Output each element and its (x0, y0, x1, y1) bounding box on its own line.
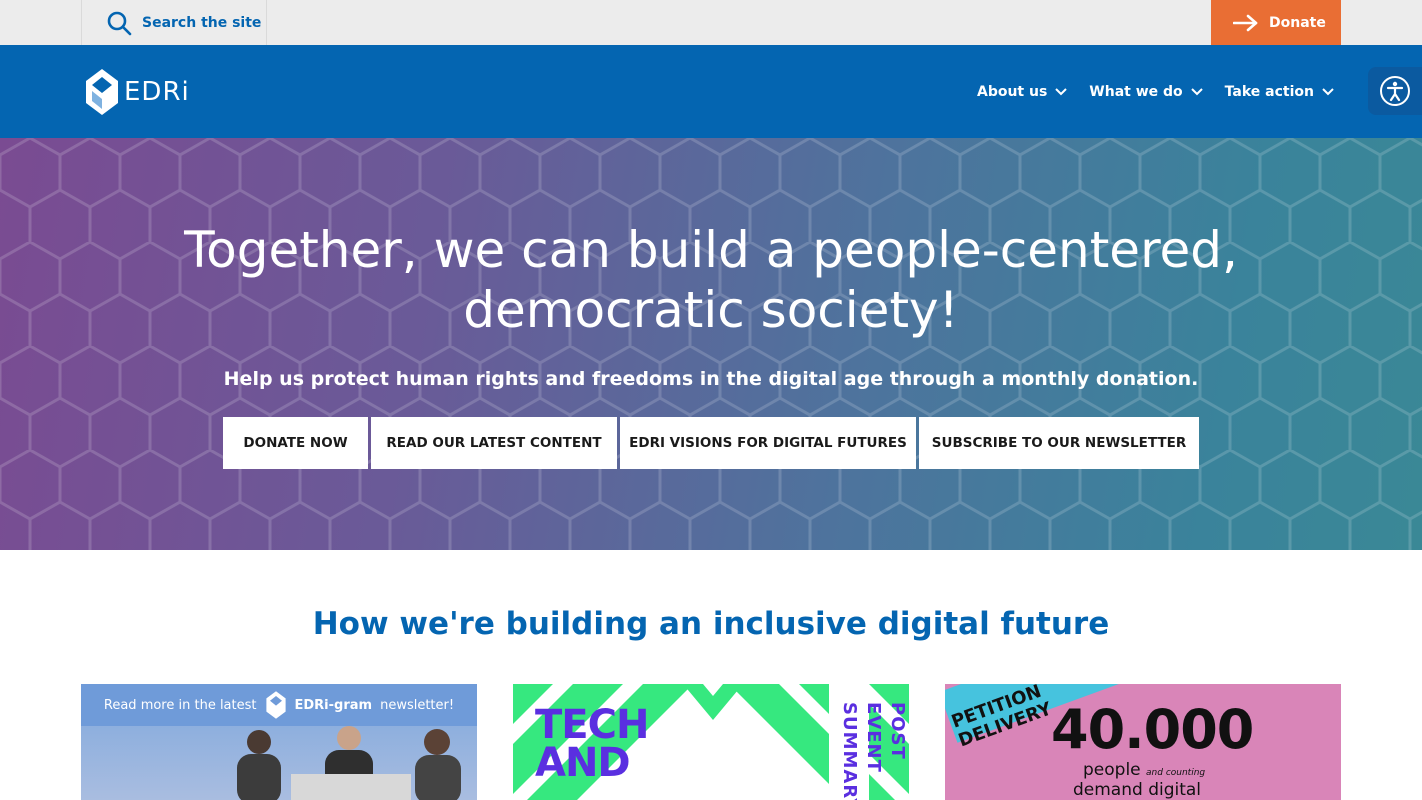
arrow-right-icon (1233, 14, 1258, 31)
hero-button-group: Donate now Read our latest content EDRi … (223, 417, 1199, 469)
nav-item-about-us[interactable]: About us (976, 83, 1068, 100)
section-title: How we're building an inclusive digital … (312, 606, 1110, 642)
nav-item-what-we-do[interactable]: What we do (1089, 83, 1203, 100)
search-label: Search the site (142, 14, 262, 31)
petition-counting: and counting (1146, 768, 1206, 778)
card-petition[interactable]: PETITION DELIVERY 40.000 people and coun… (945, 684, 1341, 800)
hero-banner: Together, we can build a people-centered… (0, 138, 1422, 550)
card-edri-gram-band: Read more in the latest EDRi-gram newsle… (81, 684, 477, 726)
card-tech-side-text: POST EVENT SUMMARY (839, 702, 908, 800)
top-utility-bar: Search the site Donate (0, 0, 1422, 45)
edri-logo-mark (265, 691, 286, 719)
edri-logo-mark (86, 69, 118, 115)
card-tech-line2: AND (535, 740, 631, 786)
card-edri-gram[interactable]: Read more in the latest EDRi-gram newsle… (81, 684, 477, 800)
nav-item-label: About us (976, 83, 1048, 100)
chevron-down-icon (1322, 87, 1334, 95)
donate-now-button[interactable]: Donate now (223, 417, 368, 469)
accessibility-button[interactable] (1368, 67, 1422, 115)
hero-title: Together, we can build a people-centered… (184, 221, 1238, 339)
card-edri-gram-suffix: newsletter! (380, 697, 455, 713)
subscribe-newsletter-button[interactable]: Subscribe to our newsletter (919, 417, 1199, 469)
nav-item-label: What we do (1089, 83, 1183, 100)
search-button[interactable]: Search the site (81, 0, 267, 45)
card-edri-gram-prefix: Read more in the latest (103, 697, 257, 713)
search-icon (107, 11, 132, 35)
card-tech-and-text: TECH AND (535, 702, 649, 786)
read-latest-content-button[interactable]: Read our latest content (371, 417, 617, 469)
main-navbar: EDRi About us What we do Take action (0, 45, 1422, 138)
accessibility-icon (1380, 76, 1410, 106)
chevron-down-icon (1055, 87, 1068, 95)
petition-count: 40.000 (1051, 698, 1254, 761)
hero-hex-pattern (0, 138, 1422, 550)
card-tech-and[interactable]: TECH AND POST EVENT SUMMARY (513, 684, 909, 800)
edri-visions-button[interactable]: EDRi visions for digital futures (620, 417, 916, 469)
petition-demand-line: demand digital (1073, 780, 1202, 800)
donate-top-button[interactable]: Donate (1211, 0, 1341, 45)
people-photo (237, 726, 461, 800)
chevron-down-icon (1190, 87, 1203, 95)
edri-logo[interactable]: EDRi (84, 67, 190, 117)
card-edri-gram-brand: EDRi-gram (294, 697, 373, 713)
main-nav: About us What we do Take action (977, 45, 1334, 138)
nav-item-label: Take action (1224, 83, 1314, 100)
petition-people-line: people and counting (1083, 760, 1205, 780)
nav-item-take-action[interactable]: Take action (1225, 84, 1334, 100)
donate-top-label: Donate (1269, 14, 1326, 31)
card-tech-line1: TECH (535, 702, 649, 748)
logo-text: EDRi (124, 77, 190, 107)
hero-subtitle: Help us protect human rights and freedom… (223, 368, 1199, 390)
petition-people: people (1083, 760, 1141, 780)
